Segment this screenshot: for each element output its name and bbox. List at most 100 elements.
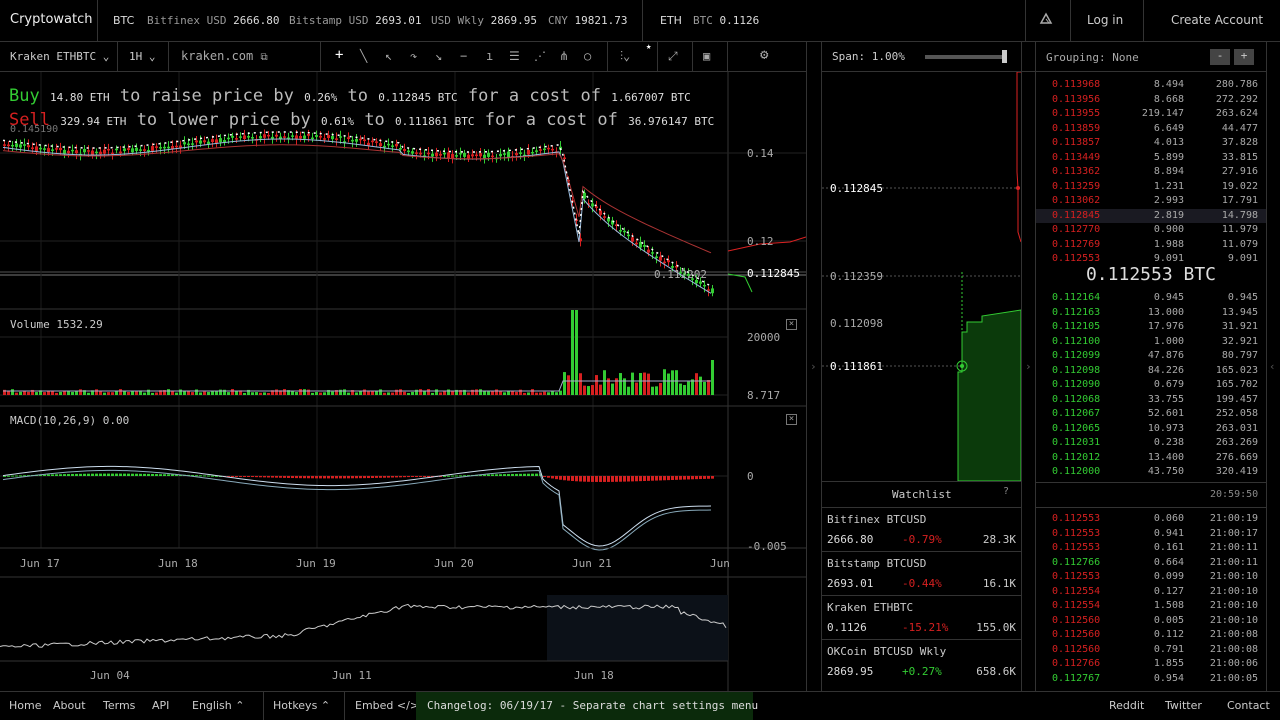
collapse-handle[interactable]: › bbox=[1021, 42, 1036, 691]
trade-row[interactable]: 0.112560 0.112 21:00:08 bbox=[1036, 628, 1266, 643]
ask-row[interactable]: 0.113062 2.993 17.791 bbox=[1036, 194, 1266, 209]
ticker-bitfinex[interactable]: Bitfinex USD 2666.80 bbox=[147, 14, 279, 27]
cell: 11.079 bbox=[1221, 238, 1258, 250]
bid-row[interactable]: 0.112031 0.238 263.269 bbox=[1036, 436, 1266, 451]
brand-logo[interactable]: Cryptowatch bbox=[10, 12, 93, 27]
ticker-usd-wkly[interactable]: USD Wkly 2869.95 bbox=[431, 14, 537, 27]
login-button[interactable]: Log in bbox=[1087, 13, 1123, 27]
period-select[interactable]: 1H ⌄ bbox=[129, 50, 156, 63]
fib-tool-icon[interactable]: ☰ bbox=[509, 49, 520, 63]
market-select[interactable]: Kraken ETHBTC ⌄ bbox=[10, 50, 109, 63]
close-volume-icon[interactable]: × bbox=[786, 319, 797, 330]
depth-header: Span: 1.00% bbox=[822, 42, 1036, 72]
grouping-minus-button[interactable]: - bbox=[1210, 49, 1230, 65]
bid-row[interactable]: 0.112163 13.000 13.945 bbox=[1036, 306, 1266, 321]
bid-row[interactable]: 0.112090 0.679 165.702 bbox=[1036, 378, 1266, 393]
ask-row[interactable]: 0.113449 5.899 33.815 bbox=[1036, 151, 1266, 166]
cell: 43.750 bbox=[1147, 466, 1184, 477]
trade-row[interactable]: 0.112766 1.855 21:00:06 bbox=[1036, 657, 1266, 672]
hotkeys-button[interactable]: Hotkeys ⌃ bbox=[273, 699, 330, 712]
footer-api-link[interactable]: API bbox=[152, 699, 169, 712]
watchlist-item[interactable]: Bitfinex BTCUSD 2666.80 -0.79% 28.3K bbox=[822, 507, 1021, 551]
span-slider[interactable] bbox=[925, 55, 1005, 59]
trade-row[interactable]: 0.112553 0.161 21:00:11 bbox=[1036, 541, 1266, 556]
help-icon[interactable]: ? bbox=[1003, 486, 1009, 497]
trade-row[interactable]: 0.112553 0.941 21:00:17 bbox=[1036, 527, 1266, 542]
cell: 21:00:08 bbox=[1209, 629, 1258, 640]
arrow-tool-icon[interactable]: ↘ bbox=[435, 49, 442, 63]
trade-row[interactable]: 0.112553 0.060 21:00:19 bbox=[1036, 512, 1266, 527]
bid-row[interactable]: 0.112000 43.750 320.419 bbox=[1036, 465, 1266, 480]
reddit-link[interactable]: Reddit bbox=[1109, 699, 1144, 712]
ticker-bitstamp[interactable]: Bitstamp USD 2693.01 bbox=[289, 14, 421, 27]
trade-row[interactable]: 0.112554 0.127 21:00:10 bbox=[1036, 585, 1266, 600]
grouping-plus-button[interactable]: + bbox=[1234, 49, 1254, 65]
language-select[interactable]: English ⌃ bbox=[192, 699, 244, 712]
changelog-banner[interactable]: Changelog: 06/19/17 - Separate chart set… bbox=[416, 692, 758, 720]
trade-row[interactable]: 0.112553 0.099 21:00:10 bbox=[1036, 570, 1266, 585]
price-chart-area[interactable] bbox=[0, 72, 806, 691]
bid-row[interactable]: 0.112065 10.973 263.031 bbox=[1036, 422, 1266, 437]
footer-about-link[interactable]: About bbox=[53, 699, 86, 712]
ask-row[interactable]: 0.113956 8.668 272.292 bbox=[1036, 93, 1266, 108]
trade-row[interactable]: 0.112554 1.508 21:00:10 bbox=[1036, 599, 1266, 614]
cell: 0.112099 bbox=[1052, 350, 1101, 361]
vertical-line-icon[interactable]: ı bbox=[486, 49, 493, 63]
horizontal-line-icon[interactable]: − bbox=[460, 49, 467, 63]
create-account-button[interactable]: Create Account bbox=[1171, 13, 1263, 27]
trade-row[interactable]: 0.112767 0.954 21:00:05 bbox=[1036, 672, 1266, 687]
theme-icon[interactable] bbox=[1038, 11, 1054, 30]
chart-type-icon[interactable]: ▣ bbox=[703, 49, 710, 63]
ticker-cny[interactable]: CNY 19821.73 bbox=[548, 14, 627, 27]
footer-terms-link[interactable]: Terms bbox=[103, 699, 135, 712]
curve-tool-icon[interactable]: ↷ bbox=[410, 49, 417, 63]
twitter-link[interactable]: Twitter bbox=[1165, 699, 1202, 712]
ask-row[interactable]: 0.112845 2.819 14.798 bbox=[1036, 208, 1266, 223]
ask-row[interactable]: 0.113968 8.494 280.786 bbox=[1036, 78, 1266, 93]
contact-link[interactable]: Contact bbox=[1227, 699, 1270, 712]
circle-tool-icon[interactable]: ○ bbox=[584, 49, 591, 63]
collapse-handle[interactable]: ‹ bbox=[1266, 42, 1280, 691]
indicators-icon[interactable]: ⫶⌄ bbox=[620, 49, 630, 64]
ask-row[interactable]: 0.113362 8.894 27.916 bbox=[1036, 165, 1266, 180]
crosshair-icon[interactable]: + bbox=[335, 47, 343, 63]
fan-tool-icon[interactable]: ⋰ bbox=[534, 49, 546, 63]
embed-button[interactable]: Embed </> bbox=[355, 699, 419, 712]
ask-row[interactable]: 0.113857 4.013 37.828 bbox=[1036, 136, 1266, 151]
close-macd-icon[interactable]: × bbox=[786, 414, 797, 425]
watchlist-item[interactable]: Kraken ETHBTC 0.1126 -15.21% 155.0K bbox=[822, 595, 1021, 639]
collapse-handle[interactable]: › bbox=[806, 42, 822, 691]
bid-row[interactable]: 0.112098 84.226 165.023 bbox=[1036, 364, 1266, 379]
bid-row[interactable]: 0.112100 1.000 32.921 bbox=[1036, 335, 1266, 350]
bid-row[interactable]: 0.112099 47.876 80.797 bbox=[1036, 349, 1266, 364]
bid-row[interactable]: 0.112068 33.755 199.457 bbox=[1036, 393, 1266, 408]
divider bbox=[642, 0, 643, 42]
ask-row[interactable]: 0.113859 6.649 44.477 bbox=[1036, 122, 1266, 137]
fullscreen-icon[interactable]: ⤢ bbox=[668, 49, 678, 64]
grouping-select[interactable]: Grouping: None bbox=[1046, 51, 1139, 64]
watchlist-item[interactable]: Bitstamp BTCUSD 2693.01 -0.44% 16.1K bbox=[822, 551, 1021, 595]
pitchfork-tool-icon[interactable]: ⋔ bbox=[559, 49, 569, 63]
bid-row[interactable]: 0.112105 17.976 31.921 bbox=[1036, 320, 1266, 335]
line-tool-icon[interactable]: ╲ bbox=[360, 49, 367, 63]
gear-icon[interactable]: ⚙ bbox=[760, 47, 768, 63]
ticker-eth-btc[interactable]: BTC 0.1126 bbox=[693, 14, 759, 27]
bid-row[interactable]: 0.112067 52.601 252.058 bbox=[1036, 407, 1266, 422]
span-slider-handle[interactable] bbox=[1002, 50, 1007, 63]
exchange-link[interactable]: kraken.com ⧉ bbox=[181, 49, 268, 63]
cell: 31.921 bbox=[1221, 321, 1258, 332]
ask-row[interactable]: 0.112769 1.988 11.079 bbox=[1036, 238, 1266, 253]
footer-home-link[interactable]: Home bbox=[9, 699, 41, 712]
trade-row[interactable]: 0.112560 0.005 21:00:10 bbox=[1036, 614, 1266, 629]
trade-row[interactable]: 0.112560 0.791 21:00:08 bbox=[1036, 643, 1266, 658]
cell: 199.457 bbox=[1215, 393, 1258, 405]
ask-row[interactable]: 0.112770 0.900 11.979 bbox=[1036, 223, 1266, 238]
ray-tool-icon[interactable]: ↖ bbox=[385, 49, 392, 63]
ask-row[interactable]: 0.113955 219.147 263.624 bbox=[1036, 107, 1266, 122]
bid-row[interactable]: 0.112012 13.400 276.669 bbox=[1036, 451, 1266, 466]
nav-date-tick: Jun 11 bbox=[332, 669, 372, 682]
ask-row[interactable]: 0.113259 1.231 19.022 bbox=[1036, 180, 1266, 195]
trade-row[interactable]: 0.112766 0.664 21:00:11 bbox=[1036, 556, 1266, 571]
watchlist-item[interactable]: OKCoin BTCUSD Wkly 2869.95 +0.27% 658.6K bbox=[822, 639, 1021, 683]
bid-row[interactable]: 0.112164 0.945 0.945 bbox=[1036, 291, 1266, 306]
